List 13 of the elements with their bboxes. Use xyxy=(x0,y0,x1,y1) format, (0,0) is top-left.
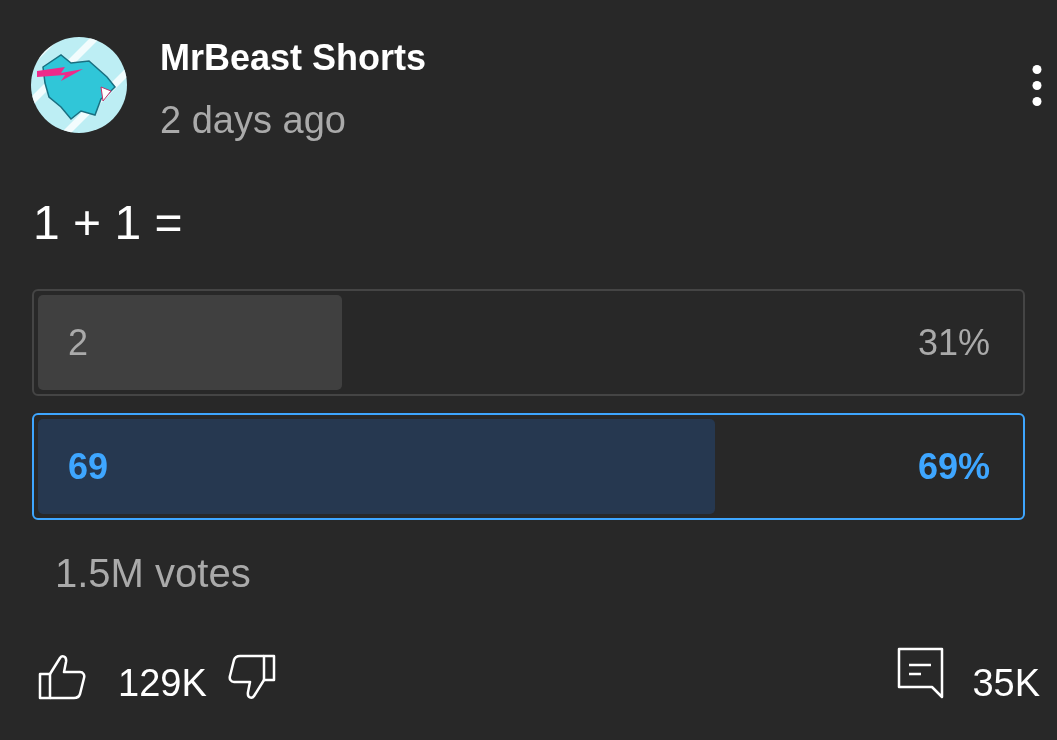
comment-icon xyxy=(897,647,945,699)
poll-option[interactable]: 2 31% xyxy=(32,289,1025,396)
post-time: 2 days ago xyxy=(160,99,347,141)
thumbs-up-icon xyxy=(38,654,86,700)
dislike-button[interactable] xyxy=(227,654,276,700)
comments-button[interactable]: 35K xyxy=(897,647,1040,705)
more-vertical-icon[interactable] xyxy=(1032,65,1042,106)
channel-name[interactable]: MrBeast Shorts xyxy=(160,38,427,78)
like-button[interactable]: 129K xyxy=(38,647,207,705)
vote-count: 1.5M votes xyxy=(55,551,251,595)
thumbs-down-icon xyxy=(227,654,276,700)
poll-option[interactable]: 69 69% xyxy=(32,413,1025,520)
poll-question: 1 + 1 = xyxy=(33,195,183,251)
